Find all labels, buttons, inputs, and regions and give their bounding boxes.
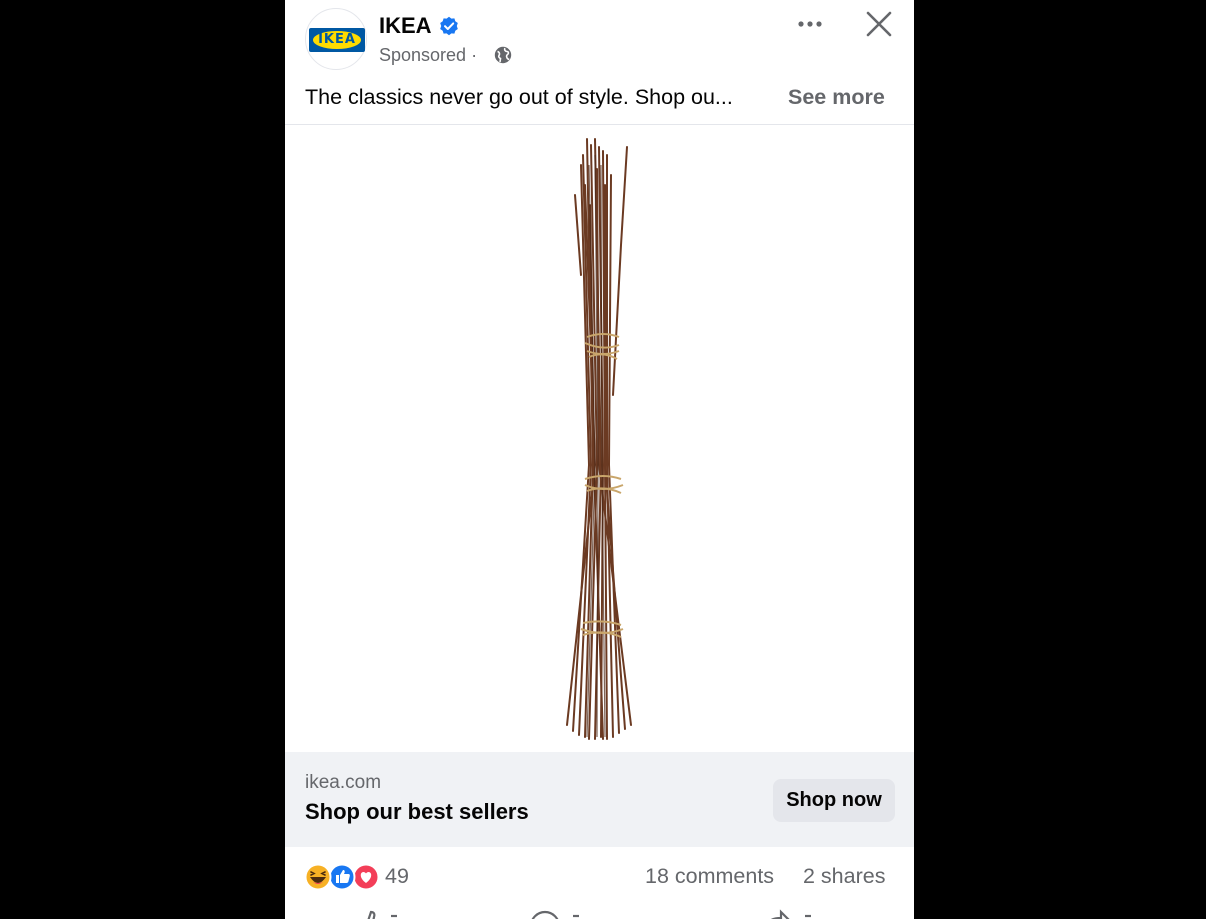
link-preview[interactable]: ikea.com Shop our best sellers Shop now bbox=[285, 752, 914, 847]
page-avatar[interactable]: IKEA bbox=[305, 8, 367, 70]
post-meta: Sponsored · bbox=[379, 45, 477, 66]
ad-image[interactable] bbox=[285, 125, 914, 752]
verified-badge-icon bbox=[440, 16, 458, 36]
shares-count[interactable]: 2 shares bbox=[803, 864, 885, 889]
link-headline: Shop our best sellers bbox=[305, 799, 529, 824]
sponsored-label[interactable]: Sponsored bbox=[379, 45, 466, 65]
comment-action-icon[interactable] bbox=[529, 904, 589, 919]
comments-count[interactable]: 18 comments bbox=[645, 864, 774, 889]
reactions-count[interactable]: 49 bbox=[385, 864, 409, 889]
logo-text: IKEA bbox=[318, 32, 356, 47]
like-action-icon[interactable] bbox=[351, 904, 411, 919]
reaction-icons[interactable] bbox=[303, 862, 383, 892]
feed-post-card: IKEA IKEA Sponsored · The classics never… bbox=[285, 0, 914, 919]
ikea-logo: IKEA bbox=[309, 28, 365, 52]
more-options-icon[interactable] bbox=[793, 10, 827, 38]
like-icon bbox=[328, 863, 356, 891]
link-domain: ikea.com bbox=[305, 772, 382, 793]
page-name[interactable]: IKEA bbox=[379, 13, 432, 39]
globe-icon bbox=[494, 46, 512, 64]
share-action-icon[interactable] bbox=[755, 904, 825, 919]
love-icon bbox=[352, 863, 380, 891]
haha-icon bbox=[304, 863, 332, 891]
post-text: The classics never go out of style. Shop… bbox=[305, 85, 733, 109]
twig-bundle-image bbox=[566, 138, 632, 740]
close-icon[interactable] bbox=[863, 8, 895, 40]
shop-now-button[interactable]: Shop now bbox=[773, 779, 895, 822]
meta-separator: · bbox=[471, 45, 478, 65]
see-more-link[interactable]: See more bbox=[788, 85, 885, 110]
